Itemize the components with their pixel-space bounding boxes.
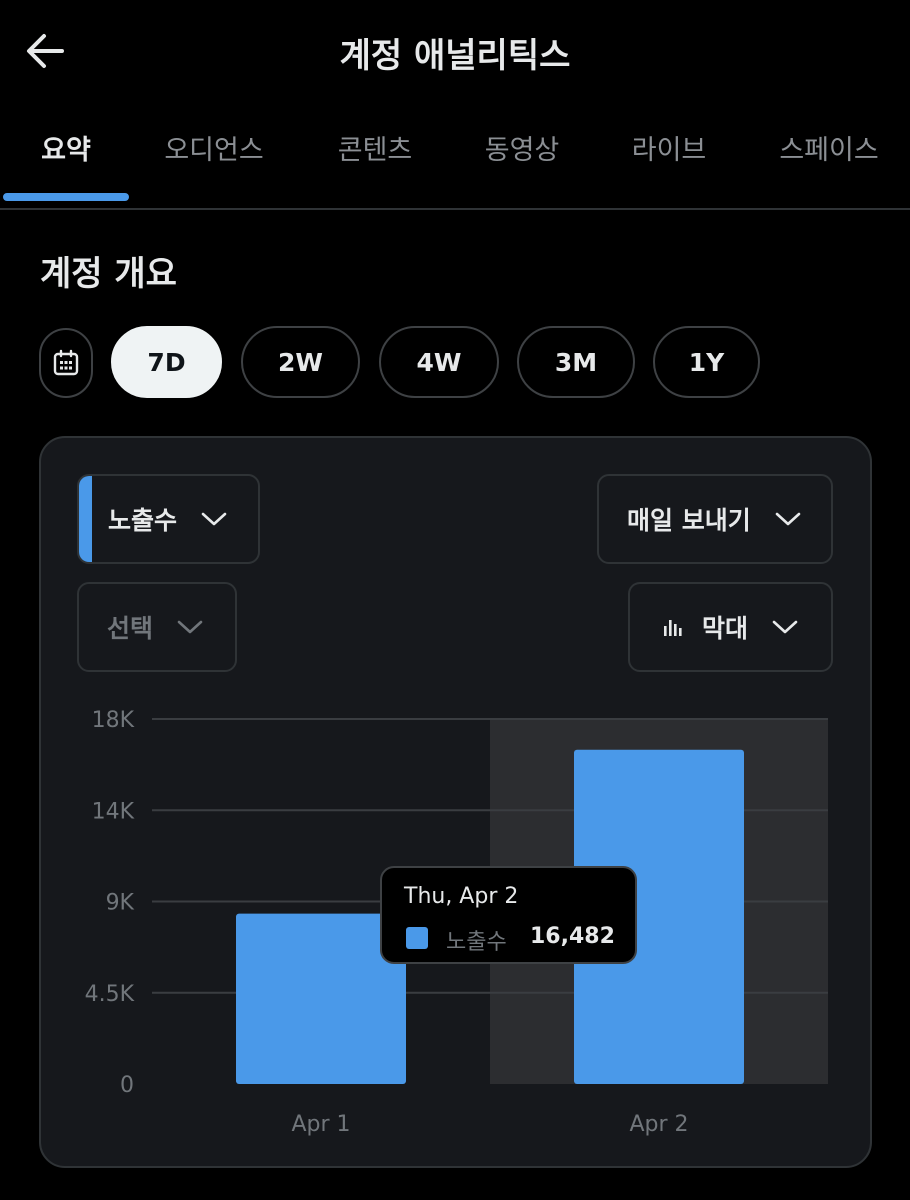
section-title: 계정 개요 [40, 254, 177, 294]
compare-dropdown[interactable]: 선택 [77, 582, 237, 672]
compare-dropdown-label: 선택 [107, 614, 154, 643]
date-range-selector: 7D 2W 4W 3M 1Y [0, 326, 910, 400]
tooltip-date: Thu, Apr 2 [404, 884, 519, 909]
range-3m-button[interactable]: 3M [517, 326, 635, 398]
header: 계정 애널리틱스 [0, 0, 910, 100]
tab-video[interactable]: 동영상 [485, 128, 560, 167]
range-7d-button[interactable]: 7D [111, 326, 222, 398]
calendar-button[interactable] [39, 328, 93, 398]
range-2w-button[interactable]: 2W [241, 326, 360, 398]
tab-spaces[interactable]: 스페이스 [779, 128, 878, 167]
calendar-icon [53, 349, 79, 376]
range-1y-button[interactable]: 1Y [653, 326, 760, 398]
metric-dropdown[interactable]: 노출수 [77, 474, 260, 564]
metric-dropdown-label: 노출수 [108, 506, 178, 535]
tooltip-value: 16,482 [530, 924, 615, 949]
tooltip-series-name: 노출수 [446, 930, 507, 955]
chevron-down-icon [177, 619, 203, 635]
frequency-dropdown[interactable]: 매일 보내기 [597, 474, 833, 564]
tooltip-series-swatch [406, 927, 428, 949]
chevron-down-icon [201, 511, 227, 527]
chart-type-dropdown-label: 막대 [702, 614, 749, 643]
tab-active-indicator [3, 193, 129, 201]
page-title: 계정 애널리틱스 [339, 36, 571, 76]
tab-content[interactable]: 콘텐츠 [338, 128, 413, 167]
tab-live[interactable]: 라이브 [632, 128, 707, 167]
frequency-dropdown-label: 매일 보내기 [627, 506, 751, 535]
range-4w-button[interactable]: 4W [379, 326, 499, 398]
chart-tooltip: Thu, Apr 2 노출수 16,482 [380, 866, 637, 964]
tab-bar: 요약 오디언스 콘텐츠 동영상 라이브 스페이스 [0, 118, 910, 210]
chevron-down-icon [775, 511, 801, 527]
bar-chart-icon [662, 616, 684, 638]
chart-type-dropdown[interactable]: 막대 [628, 582, 833, 672]
tab-audience[interactable]: 오디언스 [164, 128, 263, 167]
metric-color-indicator [79, 476, 92, 562]
chevron-down-icon [772, 619, 798, 635]
tab-summary[interactable]: 요약 [41, 128, 91, 167]
